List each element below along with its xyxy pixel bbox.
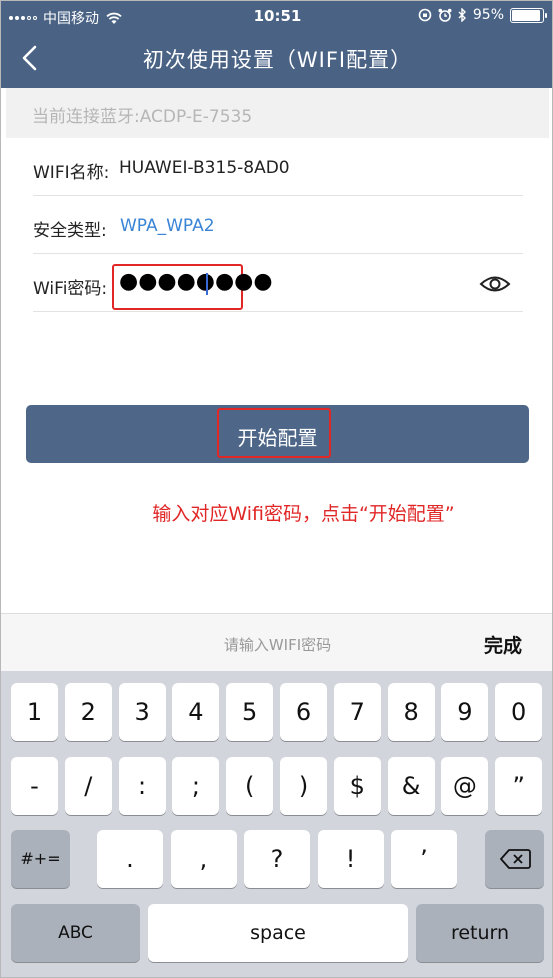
key-keyboard-row1-0[interactable]: 1 <box>11 683 58 741</box>
keyboard-placeholder-text: 请输入WIFI密码 <box>223 636 332 654</box>
start-config-label: 开始配置 <box>237 426 318 450</box>
page-title: 初次使用设置（WIFI配置） <box>142 48 413 72</box>
key-keyboard-row1-7[interactable]: 8 <box>387 683 435 741</box>
security-value[interactable]: WPA_WPA2 <box>120 216 215 236</box>
rotation-lock-icon <box>418 8 432 22</box>
bluetooth-icon <box>458 8 466 22</box>
battery-fill <box>512 9 540 21</box>
numeric-keyboard: #+= ABC space return 1 2 3 4 5 6 7 8 9 0 - /:;() $ & @… <box>1 671 552 977</box>
key-keyboard-row2-8[interactable]: @ <box>441 757 489 815</box>
key-keyboard-row2-0[interactable]: - <box>11 757 58 815</box>
key-keyboard-row2-1[interactable]: / <box>64 757 112 815</box>
key-keyboard-row2-4[interactable]: ( <box>226 757 274 815</box>
start-config-button[interactable]: 开始配置 <box>26 405 529 463</box>
key-keyboard-row2-6[interactable]: $ <box>333 757 381 815</box>
key-keyboard-row3-3[interactable]: ! <box>317 830 384 888</box>
bluetooth-connection-text: 当前连接蓝牙:ACDP-E-7535 <box>32 107 253 127</box>
phone-screen: 中国移动 10:51 95% 初次使用设置（WIFI配置） 当前连接蓝牙:ACD… <box>0 0 553 978</box>
ssid-value: HUAWEI-B315-8AD0 <box>119 158 290 178</box>
status-bar: 中国移动 10:51 95% <box>1 1 552 33</box>
key-abc[interactable]: ABC <box>11 904 140 962</box>
key-keyboard-row1-1[interactable]: 2 <box>64 683 112 741</box>
instruction-note-text: 输入对应Wifi密码，点击“开始配置” <box>152 503 455 525</box>
key-keyboard-row2-9[interactable]: ” <box>495 757 543 815</box>
key-keyboard-row1-8[interactable]: 9 <box>441 683 489 741</box>
key-keyboard-row1-5[interactable]: 6 <box>280 683 327 741</box>
status-right: 95% <box>418 7 547 23</box>
done-button[interactable]: 完成 <box>484 631 522 658</box>
battery-icon <box>510 7 547 23</box>
alarm-icon <box>438 8 452 22</box>
eye-icon[interactable] <box>479 273 511 295</box>
key-keyboard-row1-9[interactable]: 0 <box>495 683 543 741</box>
text-caret <box>206 273 208 295</box>
key-keyboard-row2-7[interactable]: & <box>387 757 435 815</box>
key-keyboard-row1-2[interactable]: 3 <box>118 683 166 741</box>
top-bar: 中国移动 10:51 95% 初次使用设置（WIFI配置） <box>1 1 552 88</box>
ssid-label: WIFI名称: <box>33 163 110 183</box>
key-backspace[interactable] <box>485 830 544 888</box>
key-keyboard-row1-3[interactable]: 4 <box>172 683 220 741</box>
key-keyboard-row3-4[interactable]: ’ <box>391 830 457 888</box>
ssid-row: WIFI名称: HUAWEI-B315-8AD0 <box>33 138 523 196</box>
key-keyboard-row3-0[interactable]: . <box>97 830 163 888</box>
security-label: 安全类型: <box>33 221 107 241</box>
password-row: WiFi密码: <box>33 254 523 312</box>
key-keyboard-row3-1[interactable]: , <box>170 830 237 888</box>
backspace-icon <box>499 849 531 869</box>
battery-percent: 95% <box>472 7 504 23</box>
key-keyboard-row2-2[interactable]: : <box>118 757 166 815</box>
bluetooth-connection-row: 当前连接蓝牙:ACDP-E-7535 <box>6 88 549 138</box>
key-keyboard-row3-2[interactable]: ? <box>244 830 310 888</box>
password-label: WiFi密码: <box>33 279 108 299</box>
key-return[interactable]: return <box>416 904 544 962</box>
key-symbols-toggle[interactable]: #+= <box>11 830 70 888</box>
key-keyboard-row1-6[interactable]: 7 <box>333 683 381 741</box>
nav-bar: 初次使用设置（WIFI配置） <box>1 33 552 88</box>
keyboard-toolbar: 请输入WIFI密码 完成 <box>1 613 552 671</box>
password-input[interactable]: ●●●●●●●● <box>119 269 273 294</box>
key-keyboard-row2-3[interactable]: ; <box>172 757 220 815</box>
keyboard-placeholder: 请输入WIFI密码 <box>1 634 552 655</box>
instruction-note: 输入对应Wifi密码，点击“开始配置” <box>1 499 552 526</box>
security-row[interactable]: 安全类型: WPA_WPA2 <box>33 196 523 254</box>
key-keyboard-row2-5[interactable]: ) <box>280 757 327 815</box>
key-space[interactable]: space <box>148 904 408 962</box>
key-keyboard-row1-4[interactable]: 5 <box>226 683 274 741</box>
